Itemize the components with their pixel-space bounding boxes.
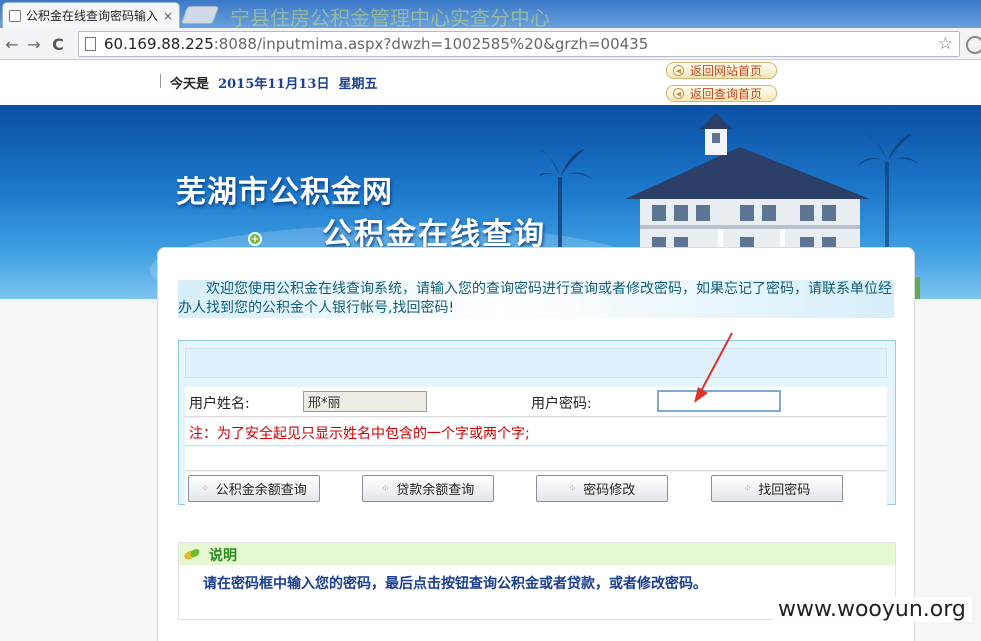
query-form: 用户姓名: 用户密码: 注：为了安全起见只显示姓名中包含的一个字或两个字; ⁘ … bbox=[178, 340, 896, 505]
fund-balance-query-button[interactable]: ⁘ 公积金余额查询 bbox=[188, 475, 320, 502]
address-bar[interactable]: 60.169.88.225:8088/inputmima.aspx?dwzh=1… bbox=[78, 31, 960, 57]
close-tab-icon[interactable]: × bbox=[163, 9, 173, 23]
weekday-text: 星期五 bbox=[338, 77, 378, 92]
back-arrow-icon[interactable]: ← bbox=[0, 32, 24, 56]
tab-title: 公积金在线查询密码输入 bbox=[26, 9, 159, 23]
loan-balance-query-button[interactable]: ⁘ 贷款余额查询 bbox=[362, 475, 494, 502]
page-topbar: 今天是 2015年11月13日 星期五 ◀ 返回网站首页 ◀ 返回查询首页 bbox=[0, 61, 981, 105]
return-home-link[interactable]: ◀ 返回网站首页 bbox=[666, 62, 777, 79]
page-favicon-icon bbox=[9, 9, 21, 22]
reload-icon[interactable]: C bbox=[46, 32, 70, 56]
fund-balance-query-label: 公积金余额查询 bbox=[215, 483, 307, 498]
dots-icon: ⁘ bbox=[201, 483, 208, 494]
browser-menu-icon[interactable] bbox=[966, 36, 981, 54]
spacer-row bbox=[185, 447, 887, 471]
welcome-message: 欢迎您使用公积金在线查询系统，请输入您的查询密码进行查询或者修改密码，如果忘记了… bbox=[178, 280, 894, 318]
background-window-text: 宁县住房公积金管理中心实查分中心 bbox=[230, 6, 550, 30]
page-icon bbox=[85, 37, 96, 51]
plus-circle-icon: + bbox=[248, 232, 262, 246]
leaf-icon bbox=[184, 548, 200, 560]
forward-arrow-icon[interactable]: → bbox=[22, 32, 46, 56]
red-arrow-annotation bbox=[694, 332, 733, 403]
web-page: 今天是 2015年11月13日 星期五 ◀ 返回网站首页 ◀ 返回查询首页 芜湖… bbox=[0, 61, 981, 641]
browser-toolbar: ← → C 60.169.88.225:8088/inputmima.aspx?… bbox=[0, 28, 981, 60]
url-host: 60.169.88.225 bbox=[104, 35, 214, 53]
privacy-note: 注：为了安全起见只显示姓名中包含的一个字或两个字; bbox=[189, 426, 530, 442]
dots-icon: ⁘ bbox=[568, 483, 576, 494]
url-text: 60.169.88.225:8088/inputmima.aspx?dwzh=1… bbox=[104, 35, 648, 53]
instructions-text: 请在密码框中输入您的密码，最后点击按钮查询公积金或者贷款，或者修改密码。 bbox=[203, 576, 707, 592]
today-date: 今天是 2015年11月13日 星期五 bbox=[170, 73, 378, 92]
back-circle-icon: ◀ bbox=[673, 65, 684, 76]
change-password-button[interactable]: ⁘ 密码修改 bbox=[536, 475, 668, 502]
today-label: 今天是 bbox=[170, 77, 210, 92]
username-field[interactable] bbox=[303, 391, 427, 412]
recover-password-label: 找回密码 bbox=[758, 483, 811, 498]
action-buttons-row: ⁘ 公积金余额查询 ⁘ 贷款余额查询 ⁘ 密码修改 ⁘ 找回密码 bbox=[185, 472, 887, 505]
credentials-row: 用户姓名: 用户密码: bbox=[185, 387, 887, 417]
change-password-label: 密码修改 bbox=[583, 483, 636, 498]
bookmark-star-icon[interactable]: ☆ bbox=[938, 34, 953, 54]
password-label: 用户密码: bbox=[531, 396, 592, 412]
form-header-bar bbox=[185, 348, 887, 378]
note-row: 注：为了安全起见只显示姓名中包含的一个字或两个字; bbox=[185, 418, 887, 446]
date-text: 2015年11月13日 bbox=[218, 77, 330, 92]
browser-tabstrip: 公积金在线查询密码输入 × 宁县住房公积金管理中心实查分中心 bbox=[0, 0, 981, 30]
topbar-divider bbox=[160, 74, 161, 88]
site-title: 芜湖市公积金网 bbox=[176, 175, 393, 210]
instructions-header: 说明 bbox=[179, 543, 895, 565]
dots-icon: ⁘ bbox=[381, 483, 389, 494]
url-path: :8088/inputmima.aspx?dwzh=1002585%20&grz… bbox=[213, 35, 649, 53]
back-circle-icon: ◀ bbox=[673, 88, 684, 99]
return-home-label: 返回网站首页 bbox=[690, 64, 763, 78]
main-content-panel: 欢迎您使用公积金在线查询系统，请输入您的查询密码进行查询或者修改密码，如果忘记了… bbox=[157, 247, 915, 641]
loan-balance-query-label: 贷款余额查询 bbox=[396, 483, 475, 498]
dots-icon: ⁘ bbox=[743, 483, 751, 494]
return-query-home-link[interactable]: ◀ 返回查询首页 bbox=[666, 85, 777, 102]
watermark-text: www.wooyun.org bbox=[772, 597, 972, 622]
recover-password-button[interactable]: ⁘ 找回密码 bbox=[711, 475, 843, 502]
return-query-home-label: 返回查询首页 bbox=[690, 87, 763, 101]
username-label: 用户姓名: bbox=[189, 396, 250, 412]
instructions-title: 说明 bbox=[209, 548, 237, 564]
new-tab-button[interactable] bbox=[180, 6, 220, 24]
browser-tab[interactable]: 公积金在线查询密码输入 × bbox=[2, 2, 180, 28]
